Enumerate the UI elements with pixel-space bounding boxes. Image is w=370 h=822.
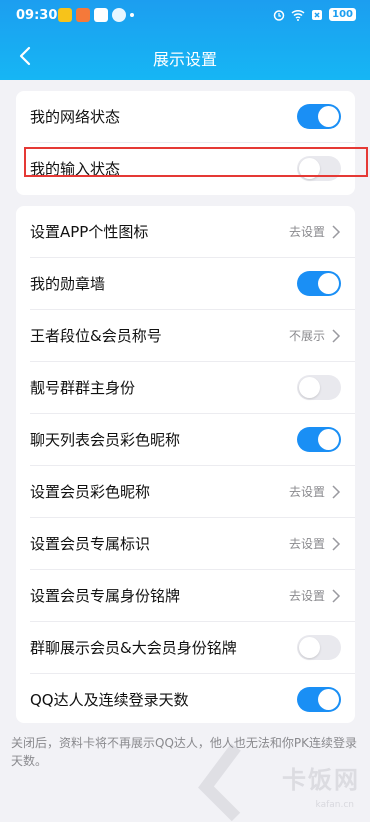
no-sim-icon	[312, 9, 323, 20]
medal-wall-row[interactable]: 我的勋章墙	[16, 258, 355, 310]
status-bar: 09:30 100	[16, 6, 356, 26]
pretty-number-owner-row[interactable]: 靓号群群主身份	[16, 362, 355, 414]
qq-expert-row[interactable]: QQ达人及连续登录天数	[16, 674, 355, 726]
alarm-icon	[273, 9, 285, 21]
app-notification-icon	[112, 8, 126, 22]
medal-wall-label: 我的勋章墙	[30, 275, 106, 293]
status-settings-card: 我的网络状态 我的输入状态	[16, 91, 355, 195]
chat-list-color-nick-toggle[interactable]	[297, 427, 341, 452]
watermark-text: 卡饭网	[282, 766, 360, 794]
system-icons: 100	[273, 8, 356, 21]
chevron-right-icon	[332, 225, 341, 239]
app-notification-icon	[94, 8, 108, 22]
wifi-icon	[291, 9, 305, 21]
watermark-logo	[198, 743, 241, 822]
toggle-knob	[318, 689, 339, 710]
member-badge-label: 设置会员专属标识	[30, 535, 151, 553]
member-nameplate-value: 去设置	[288, 589, 325, 603]
member-nameplate-row[interactable]: 设置会员专属身份铭牌 去设置	[16, 570, 355, 622]
group-nameplate-toggle[interactable]	[297, 635, 341, 660]
header-bar: 09:30 100 展示设置	[0, 0, 370, 80]
app-icon-value: 去设置	[288, 225, 325, 239]
qq-expert-toggle[interactable]	[297, 687, 341, 712]
page-title: 展示设置	[152, 50, 217, 69]
app-notification-icon	[58, 8, 72, 22]
rank-title-row[interactable]: 王者段位&会员称号 不展示	[16, 310, 355, 362]
group-nameplate-label: 群聊展示会员&大会员身份铭牌	[30, 639, 237, 657]
navigation-bar: 展示设置	[0, 40, 370, 74]
app-icon-row[interactable]: 设置APP个性图标 去设置	[16, 206, 355, 258]
medal-wall-toggle[interactable]	[297, 271, 341, 296]
member-badge-row[interactable]: 设置会员专属标识 去设置	[16, 518, 355, 570]
watermark-subtext: kafan.cn	[315, 800, 354, 810]
member-nameplate-label: 设置会员专属身份铭牌	[30, 587, 181, 605]
toggle-knob	[299, 637, 320, 658]
network-status-label: 我的网络状态	[30, 108, 121, 126]
chat-list-color-nick-label: 聊天列表会员彩色昵称	[30, 431, 181, 449]
app-icon-label: 设置APP个性图标	[30, 223, 149, 241]
chevron-right-icon	[332, 537, 341, 551]
chevron-right-icon	[332, 589, 341, 603]
network-status-row[interactable]: 我的网络状态	[16, 91, 355, 143]
toggle-knob	[318, 429, 339, 450]
rank-title-label: 王者段位&会员称号	[30, 327, 162, 345]
network-status-toggle[interactable]	[297, 104, 341, 129]
color-nick-label: 设置会员彩色昵称	[30, 483, 151, 501]
battery-indicator: 100	[329, 8, 356, 21]
chat-list-color-nick-row[interactable]: 聊天列表会员彩色昵称	[16, 414, 355, 466]
app-notification-icon	[76, 8, 90, 22]
qq-expert-label: QQ达人及连续登录天数	[30, 691, 189, 709]
pretty-number-owner-label: 靓号群群主身份	[30, 379, 136, 397]
member-badge-value: 去设置	[288, 537, 325, 551]
chevron-right-icon	[332, 329, 341, 343]
toggle-knob	[318, 273, 339, 294]
notification-icons	[58, 8, 134, 22]
toggle-knob	[318, 106, 339, 127]
chevron-right-icon	[332, 485, 341, 499]
rank-title-value: 不展示	[288, 329, 325, 343]
status-time: 09:30	[16, 8, 58, 23]
toggle-knob	[299, 377, 320, 398]
color-nick-row[interactable]: 设置会员彩色昵称 去设置	[16, 466, 355, 518]
display-settings-card: 设置APP个性图标 去设置 我的勋章墙 王者段位&会员称号 不展示 靓号群群主身…	[16, 206, 355, 723]
highlight-box	[24, 147, 368, 177]
color-nick-value: 去设置	[288, 485, 325, 499]
group-nameplate-row[interactable]: 群聊展示会员&大会员身份铭牌	[16, 622, 355, 674]
more-notifications-dot	[130, 13, 134, 17]
pretty-number-owner-toggle[interactable]	[297, 375, 341, 400]
